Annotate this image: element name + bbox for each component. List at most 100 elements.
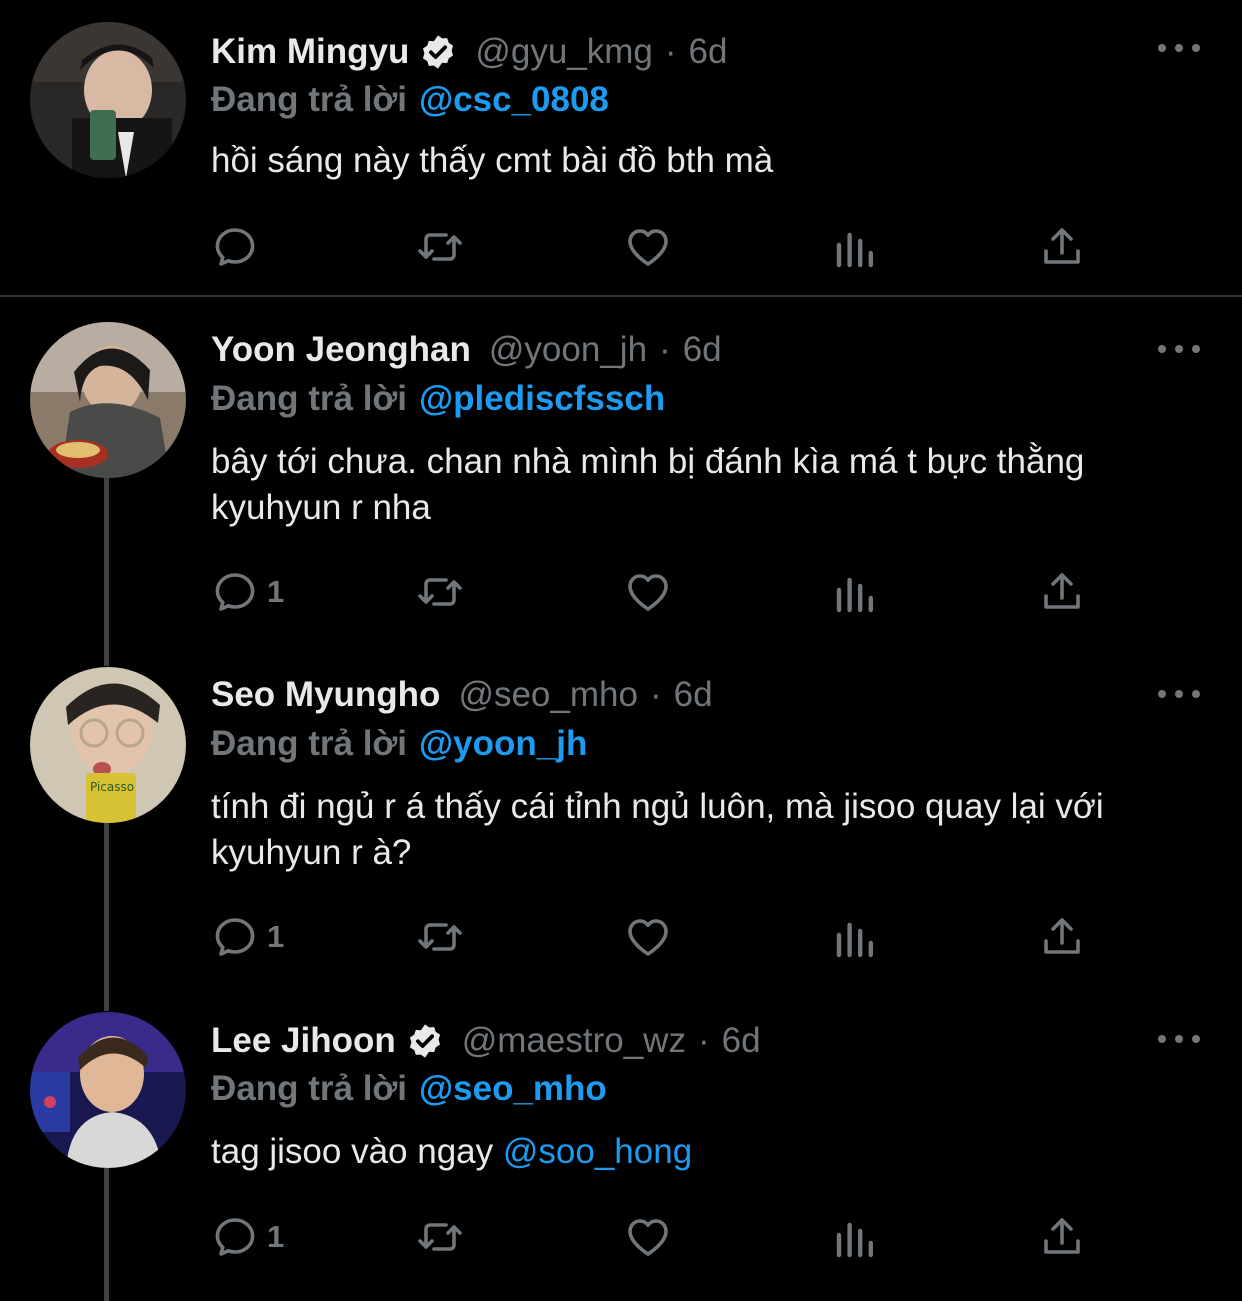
avatar[interactable]: [30, 22, 186, 178]
conversation-thread: Kim Mingyu @gyu_kmg · 6d Đang trả lời @cs…: [0, 0, 1242, 1301]
tweet-text-content: tính đi ngủ r á thấy cái tỉnh ngủ luôn, …: [211, 787, 1104, 872]
reply-button[interactable]: 1: [211, 567, 284, 617]
timestamp[interactable]: 6d: [674, 667, 713, 723]
divider: [0, 295, 1242, 297]
more-icon[interactable]: [1158, 38, 1200, 58]
replying-to: Đang trả lời @yoon_jh: [211, 720, 587, 768]
handle[interactable]: @yoon_jh: [489, 322, 647, 378]
replying-handle[interactable]: @yoon_jh: [419, 724, 587, 763]
separator-dot: ·: [664, 32, 677, 71]
more-icon[interactable]: [1158, 339, 1200, 359]
replying-label: Đang trả lời: [211, 1069, 408, 1108]
like-button[interactable]: [624, 222, 672, 272]
analytics-icon: [836, 1222, 873, 1258]
like-button[interactable]: [624, 912, 672, 962]
thread-line: [104, 478, 109, 666]
svg-text:Picasso: Picasso: [90, 780, 134, 794]
reply-button[interactable]: 1: [211, 1212, 284, 1262]
action-bar: 1: [211, 1212, 1211, 1262]
analytics-button[interactable]: [831, 567, 879, 617]
display-name[interactable]: Yoon Jeonghan: [211, 322, 471, 378]
action-bar: 1: [211, 912, 1211, 962]
retweet-button[interactable]: [416, 567, 464, 617]
tweet-text: tag jisoo vào ngay @soo_hong: [211, 1129, 1211, 1175]
like-button[interactable]: [624, 1212, 672, 1262]
avatar[interactable]: [30, 1012, 186, 1168]
thread-line: [104, 1168, 109, 1301]
retweet-button[interactable]: [416, 912, 464, 962]
share-icon: [1044, 228, 1080, 264]
verified-icon: [406, 1022, 444, 1060]
reply-count: 1: [267, 1219, 285, 1254]
action-bar: 1: [211, 567, 1211, 617]
replying-handle[interactable]: @csc_0808: [419, 80, 609, 119]
analytics-button[interactable]: [831, 222, 879, 272]
retweet-button[interactable]: [416, 1212, 464, 1262]
share-button[interactable]: [1038, 912, 1086, 962]
tweet-text: tính đi ngủ r á thấy cái tỉnh ngủ luôn, …: [211, 784, 1211, 876]
tweet-header: Kim Mingyu @gyu_kmg · 6d: [211, 24, 727, 80]
analytics-button[interactable]: [831, 1212, 879, 1262]
retweet-icon: [418, 1223, 462, 1251]
share-button[interactable]: [1038, 1212, 1086, 1262]
separator-dot: ·: [649, 675, 662, 714]
like-button[interactable]: [624, 567, 672, 617]
share-icon: [1044, 1218, 1080, 1254]
handle[interactable]: @seo_mho: [458, 667, 638, 723]
analytics-button[interactable]: [831, 912, 879, 962]
mention-link[interactable]: @soo_hong: [503, 1132, 692, 1171]
retweet-button[interactable]: [416, 222, 464, 272]
tweet-text-content: tag jisoo vào ngay: [211, 1132, 503, 1171]
tweet-text: bây tới chưa. chan nhà mình bị đánh kìa …: [211, 439, 1211, 531]
tweet-text-content: hồi sáng này thấy cmt bài đồ bth mà: [211, 141, 774, 180]
share-icon: [1044, 573, 1080, 609]
display-name[interactable]: Seo Myungho: [211, 667, 440, 723]
like-icon: [628, 919, 668, 956]
replying-handle[interactable]: @plediscfssch: [419, 379, 665, 418]
more-icon[interactable]: [1158, 684, 1200, 704]
avatar[interactable]: [30, 322, 186, 478]
verified-icon: [419, 33, 457, 71]
replying-label: Đang trả lời: [211, 724, 408, 763]
action-bar: [211, 222, 1211, 272]
avatar[interactable]: Picasso: [30, 667, 186, 823]
retweet-icon: [418, 233, 462, 261]
analytics-icon: [836, 922, 873, 958]
more-icon[interactable]: [1158, 1029, 1200, 1049]
replying-to: Đang trả lời @plediscfssch: [211, 375, 665, 423]
tweet-text-content: bây tới chưa. chan nhà mình bị đánh kìa …: [211, 442, 1085, 527]
reply-icon: [215, 573, 255, 611]
reply-count: 1: [267, 919, 285, 954]
tweet-header: Yoon Jeonghan @yoon_jh · 6d: [211, 322, 722, 378]
replying-label: Đang trả lời: [211, 80, 408, 119]
reply-button[interactable]: [211, 222, 259, 272]
retweet-icon: [418, 923, 462, 951]
reply-count: 1: [267, 574, 285, 609]
like-icon: [628, 574, 668, 611]
display-name[interactable]: Kim Mingyu: [211, 24, 409, 80]
retweet-icon: [418, 578, 462, 606]
tweet-text: hồi sáng này thấy cmt bài đồ bth mà: [211, 138, 1211, 184]
replying-to: Đang trả lời @csc_0808: [211, 76, 609, 124]
timestamp[interactable]: 6d: [689, 24, 728, 80]
handle[interactable]: @maestro_wz: [462, 1013, 686, 1069]
timestamp[interactable]: 6d: [683, 322, 722, 378]
display-name[interactable]: Lee Jihoon: [211, 1013, 396, 1069]
tweet-header: Seo Myungho @seo_mho · 6d: [211, 667, 713, 723]
reply-icon: [215, 228, 255, 266]
separator-dot: ·: [697, 1021, 710, 1060]
like-icon: [628, 1219, 668, 1256]
tweet-header: Lee Jihoon @maestro_wz · 6d: [211, 1013, 761, 1069]
reply-button[interactable]: 1: [211, 912, 284, 962]
analytics-icon: [836, 232, 873, 268]
thread-line: [104, 823, 109, 1011]
timestamp[interactable]: 6d: [722, 1013, 761, 1069]
share-button[interactable]: [1038, 567, 1086, 617]
reply-icon: [215, 918, 255, 956]
share-button[interactable]: [1038, 222, 1086, 272]
handle[interactable]: @gyu_kmg: [475, 24, 653, 80]
share-icon: [1044, 918, 1080, 954]
reply-icon: [215, 1218, 255, 1256]
replying-handle[interactable]: @seo_mho: [419, 1069, 607, 1108]
analytics-icon: [836, 577, 873, 613]
